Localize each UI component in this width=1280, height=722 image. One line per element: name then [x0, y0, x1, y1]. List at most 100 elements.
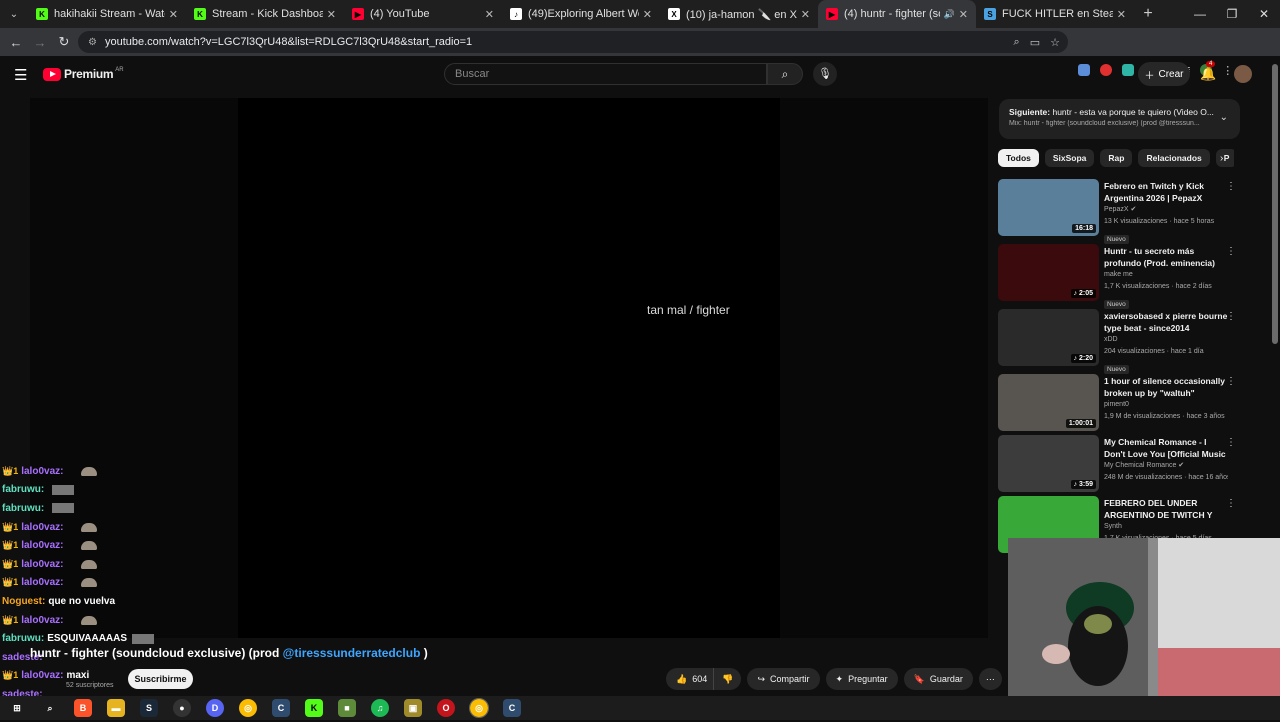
channel-name[interactable]: xDD [1104, 334, 1228, 346]
page-scrollbar[interactable] [1272, 64, 1278, 344]
new-tab-button[interactable]: + [1134, 5, 1162, 23]
search-taskbar-icon[interactable]: ⌕ [41, 699, 59, 717]
dislike-button[interactable]: 👎 [713, 668, 742, 690]
channel-mention-link[interactable]: @tiresssunderratedclub [283, 646, 421, 660]
filter-chip[interactable]: Todos [998, 149, 1039, 167]
video-thumbnail[interactable]: ♪ 2:05 [998, 244, 1099, 301]
microphone-icon[interactable]: 🎙 [813, 62, 837, 86]
tab-favicon-icon: K [36, 8, 48, 20]
chat-message: fabruwu: [2, 481, 262, 500]
chrome-icon[interactable]: ◎ [239, 699, 257, 717]
app-c2-icon[interactable]: C [503, 699, 521, 717]
browser-tab[interactable]: K Stream - Kick Dashboard ✕ [186, 0, 344, 28]
video-thumbnail[interactable]: ♪ 3:59 [998, 435, 1099, 492]
save-button[interactable]: 🔖 Guardar [903, 668, 973, 690]
browser-tab[interactable]: Khakihakii Stream - Watch Live o ✕ [28, 0, 186, 28]
search-icon[interactable]: ⌕ [767, 63, 803, 85]
brave-icon[interactable]: B [74, 699, 92, 717]
tab-search-button[interactable]: ⌄ [0, 0, 28, 28]
channel-name[interactable]: Synth [1104, 521, 1228, 533]
video-title[interactable]: My Chemical Romance - I Don't Love You [… [1104, 437, 1228, 460]
tab-close-icon[interactable]: ✕ [169, 8, 178, 21]
tab-title: (49)Exploring Albert Wesker in [528, 8, 639, 20]
kick-icon[interactable]: K [305, 699, 323, 717]
cast-icon[interactable]: ▭ [1030, 36, 1040, 49]
browser-tab[interactable]: S FUCK HITLER en Steam ✕ [976, 0, 1134, 28]
url-bar[interactable]: ⚙ youtube.com/watch?v=LGC7l3QrU48&list=R… [78, 31, 1068, 53]
browser-tab[interactable]: ♪ (49)Exploring Albert Wesker in ✕ [502, 0, 660, 28]
recommended-video[interactable]: 16:18 Febrero en Twitch y Kick Argentina … [998, 179, 1240, 244]
more-options-icon[interactable]: ⋮ [1226, 311, 1236, 322]
close-window-icon[interactable]: ✕ [1248, 0, 1280, 28]
more-options-icon[interactable]: ⋮ [1226, 437, 1236, 448]
video-thumbnail[interactable]: 1:00:01 [998, 374, 1099, 431]
recommended-video[interactable]: 1:00:01 1 hour of silence occasionally br… [998, 374, 1240, 432]
create-button[interactable]: ＋ Crear [1138, 62, 1190, 86]
site-info-icon[interactable]: ⚙ [88, 37, 97, 48]
browser-tab[interactable]: X (10) ja-hamon 🔪 en X: "https: ✕ [660, 0, 818, 28]
filter-chip[interactable]: P [1215, 149, 1234, 167]
tab-close-icon[interactable]: ✕ [485, 8, 494, 21]
obs-icon[interactable]: ● [173, 699, 191, 717]
ask-button[interactable]: ✦ Preguntar [825, 668, 898, 690]
video-thumbnail[interactable]: ♪ 2:20 [998, 309, 1099, 366]
more-actions-button[interactable]: ⋯ [978, 668, 1002, 690]
app-c-icon[interactable]: C [272, 699, 290, 717]
account-avatar[interactable] [1234, 65, 1252, 83]
youtube-logo[interactable]: Premium AR [43, 67, 124, 81]
channel-name[interactable]: make me [1104, 269, 1228, 281]
reload-icon[interactable]: ↻ [52, 34, 76, 50]
forward-icon[interactable]: → [28, 35, 52, 50]
chrome-active-icon[interactable]: ◎ [469, 698, 489, 718]
steam-icon[interactable]: S [140, 699, 158, 717]
up-next-mix[interactable]: Siguiente: huntr - esta va porque te qui… [999, 99, 1240, 139]
filter-chip[interactable]: SixSopa [1044, 149, 1095, 167]
file-explorer-icon[interactable]: ▬ [107, 699, 125, 717]
discord-icon[interactable]: D [206, 699, 224, 717]
filter-chip[interactable]: Relacionados [1138, 149, 1210, 167]
back-icon[interactable]: ← [4, 35, 28, 50]
tab-audio-icon[interactable]: 🔊 [944, 9, 955, 20]
more-options-icon[interactable]: ⋮ [1226, 376, 1236, 387]
spotify-icon[interactable]: ♫ [371, 699, 389, 717]
video-title[interactable]: Febrero en Twitch y Kick Argentina 2026 … [1104, 181, 1228, 204]
chevron-right-icon[interactable]: › [1220, 153, 1223, 164]
zoom-icon[interactable]: ⌕ [1014, 36, 1020, 49]
tab-close-icon[interactable]: ✕ [327, 8, 336, 21]
channel-name[interactable]: My Chemical Romance ✔ [1104, 460, 1228, 472]
like-button[interactable]: 👍 604 [666, 668, 714, 690]
browser-tab[interactable]: ▶ (4) YouTube ✕ [344, 0, 502, 28]
tab-close-icon[interactable]: ✕ [801, 8, 810, 21]
tab-close-icon[interactable]: ✕ [1117, 8, 1126, 21]
filter-chip[interactable]: Rap [1100, 149, 1133, 167]
minimize-icon[interactable]: — [1184, 0, 1216, 28]
video-thumbnail[interactable]: 16:18 [998, 179, 1099, 236]
bookmark-star-icon[interactable]: ☆ [1050, 36, 1060, 49]
search-input[interactable]: Buscar [444, 63, 767, 85]
video-title[interactable]: FEBRERO DEL UNDER ARGENTINO DE TWITCH Y … [1104, 498, 1228, 521]
recommended-video[interactable]: ♪ 2:20 xaviersobased x pierre bourne type… [998, 309, 1240, 374]
tab-close-icon[interactable]: ✕ [959, 8, 968, 21]
tab-close-icon[interactable]: ✕ [643, 8, 652, 21]
hamburger-menu-icon[interactable]: ☰ [14, 66, 27, 84]
subscribe-button[interactable]: Suscribirme [128, 669, 193, 689]
channel-name[interactable]: piment0 [1104, 399, 1228, 411]
restore-icon[interactable]: ❐ [1216, 0, 1248, 28]
app-icon[interactable]: ▣ [404, 699, 422, 717]
more-options-icon[interactable]: ⋮ [1226, 181, 1236, 192]
recommended-video[interactable]: ♪ 2:05 Huntr - tu secreto más profundo (P… [998, 244, 1240, 309]
notifications-bell-icon[interactable]: 🔔 4 [1200, 61, 1216, 82]
browser-tab[interactable]: ▶ (4) huntr - fighter (soundcl 🔊 ✕ [818, 0, 976, 28]
channel-name[interactable]: PepazX ✔ [1104, 204, 1228, 216]
recommended-video[interactable]: ♪ 3:59 My Chemical Romance - I Don't Love… [998, 435, 1240, 493]
minecraft-icon[interactable]: ■ [338, 699, 356, 717]
more-options-icon[interactable]: ⋮ [1226, 498, 1236, 509]
opera-icon[interactable]: O [437, 699, 455, 717]
more-options-icon[interactable]: ⋮ [1226, 246, 1236, 257]
share-button[interactable]: ↪ Compartir [747, 668, 820, 690]
chevron-down-icon[interactable]: ⌄ [1220, 112, 1228, 123]
video-title[interactable]: 1 hour of silence occasionally broken up… [1104, 376, 1228, 399]
video-title[interactable]: Huntr - tu secreto más profundo (Prod. e… [1104, 246, 1228, 269]
video-title[interactable]: xaviersobased x pierre bourne type beat … [1104, 311, 1228, 334]
start-icon[interactable]: ⊞ [8, 699, 26, 717]
